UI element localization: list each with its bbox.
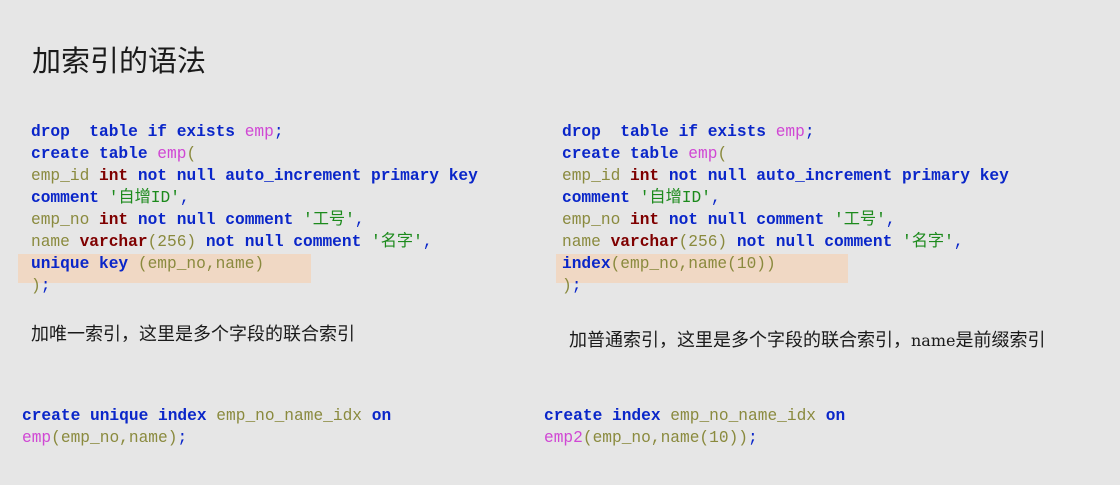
code-line: name varchar(256) not null comment '名字', xyxy=(31,231,478,253)
code-token: emp xyxy=(688,145,718,163)
code-token: int xyxy=(630,167,660,185)
code-token: emp_no_name_idx xyxy=(670,407,826,425)
code-token: create table xyxy=(562,145,689,163)
code-token: name xyxy=(31,233,80,251)
code-line: drop table if exists emp; xyxy=(31,121,478,143)
code-line: create table emp( xyxy=(562,143,1009,165)
left-create-table-code: drop table if exists emp; create table em… xyxy=(31,121,478,297)
code-token: emp_no xyxy=(31,211,99,229)
left-note: 加唯一索引，这里是多个字段的联合索引 xyxy=(31,324,355,345)
code-line: create index emp_no_name_idx on xyxy=(544,405,845,427)
code-token: not null auto_increment primary key xyxy=(659,167,1009,185)
code-token: ; xyxy=(571,277,582,295)
code-line: drop table if exists emp; xyxy=(562,121,1009,143)
code-line: comment '自增ID', xyxy=(562,187,1009,209)
code-token: emp2 xyxy=(544,429,583,447)
code-token: not null comment xyxy=(205,233,372,251)
code-token: drop table if exists xyxy=(562,123,776,141)
code-line: unique key (emp_no,name) xyxy=(31,253,478,275)
code-token: varchar xyxy=(610,233,679,251)
code-token: ; xyxy=(748,429,758,447)
code-line: emp(emp_no,name); xyxy=(22,427,391,449)
code-token: (emp_no,name(10)) xyxy=(582,429,748,447)
code-token: emp_no_name_idx xyxy=(216,407,372,425)
right-note-part3: 是前缀索引 xyxy=(955,330,1046,351)
code-line: emp_id int not null auto_increment prima… xyxy=(31,165,478,187)
code-line: name varchar(256) not null comment '名字', xyxy=(562,231,1009,253)
code-token: create table xyxy=(31,145,158,163)
right-note-part1: 加普通索引，这里是多个字段的联合索引， xyxy=(569,330,911,351)
code-line: emp_id int not null auto_increment prima… xyxy=(562,165,1009,187)
code-token: varchar xyxy=(79,233,148,251)
code-token: '名字' xyxy=(371,233,423,251)
left-create-index-code: create unique index emp_no_name_idx on em… xyxy=(22,405,391,449)
code-line: comment '自增ID', xyxy=(31,187,478,209)
code-line: emp_no int not null comment '工号', xyxy=(562,209,1009,231)
slide-title: 加索引的语法 xyxy=(32,44,207,78)
code-line: create unique index emp_no_name_idx on xyxy=(22,405,391,427)
code-token: create index xyxy=(544,407,671,425)
code-token: '工号' xyxy=(303,211,355,229)
code-token: (emp_no,name) xyxy=(137,255,265,273)
code-token: , xyxy=(885,211,896,229)
code-token: comment xyxy=(31,189,109,207)
code-token: index xyxy=(562,255,611,273)
code-token: emp_no xyxy=(562,211,630,229)
code-line: index(emp_no,name(10)) xyxy=(562,253,1009,275)
code-token: int xyxy=(99,167,129,185)
code-token: create unique index xyxy=(22,407,217,425)
code-token: unique key xyxy=(31,255,138,273)
code-token: ) xyxy=(562,277,572,295)
code-token: (emp_no,name(10)) xyxy=(610,255,776,273)
code-token: '工号' xyxy=(834,211,886,229)
right-create-index-code: create index emp_no_name_idx on emp2(emp_… xyxy=(544,405,845,449)
code-token: ) xyxy=(31,277,41,295)
code-token: ( xyxy=(186,145,197,163)
code-token: not null comment xyxy=(659,211,835,229)
code-token: name xyxy=(562,233,611,251)
code-token: (256) xyxy=(678,233,737,251)
code-token: '自增ID' xyxy=(639,189,711,207)
code-token: emp xyxy=(775,123,805,141)
code-line: ); xyxy=(31,275,478,297)
code-token: , xyxy=(710,189,721,207)
code-token: int xyxy=(99,211,129,229)
right-note-prefix-field: name xyxy=(911,331,956,350)
code-token: ; xyxy=(40,277,51,295)
code-token: drop table if exists xyxy=(31,123,245,141)
code-token: '自增ID' xyxy=(108,189,180,207)
code-token: , xyxy=(179,189,190,207)
code-token: not null auto_increment primary key xyxy=(128,167,478,185)
code-line: ); xyxy=(562,275,1009,297)
code-token: emp xyxy=(244,123,274,141)
code-token: ( xyxy=(717,145,728,163)
code-token: emp xyxy=(157,145,187,163)
code-token: int xyxy=(630,211,660,229)
code-line: emp_no int not null comment '工号', xyxy=(31,209,478,231)
code-token: , xyxy=(354,211,365,229)
right-create-table-code: drop table if exists emp; create table em… xyxy=(562,121,1009,297)
code-token: not null comment xyxy=(128,211,304,229)
code-line: emp2(emp_no,name(10)); xyxy=(544,427,845,449)
code-token: (256) xyxy=(147,233,206,251)
code-token: emp_id xyxy=(562,167,630,185)
code-token: '名字' xyxy=(902,233,954,251)
code-token: ; xyxy=(273,123,284,141)
code-token: , xyxy=(422,233,433,251)
code-token: not null comment xyxy=(736,233,903,251)
right-note: 加普通索引，这里是多个字段的联合索引，name是前缀索引 xyxy=(569,326,1045,352)
code-token: comment xyxy=(562,189,640,207)
code-token: ; xyxy=(177,429,188,447)
code-token: on xyxy=(371,407,392,425)
code-token: ; xyxy=(804,123,815,141)
code-token: emp xyxy=(22,429,52,447)
code-token: on xyxy=(825,407,846,425)
code-line: create table emp( xyxy=(31,143,478,165)
code-token: (emp_no,name) xyxy=(51,429,178,447)
code-token: , xyxy=(953,233,964,251)
code-token: emp_id xyxy=(31,167,99,185)
